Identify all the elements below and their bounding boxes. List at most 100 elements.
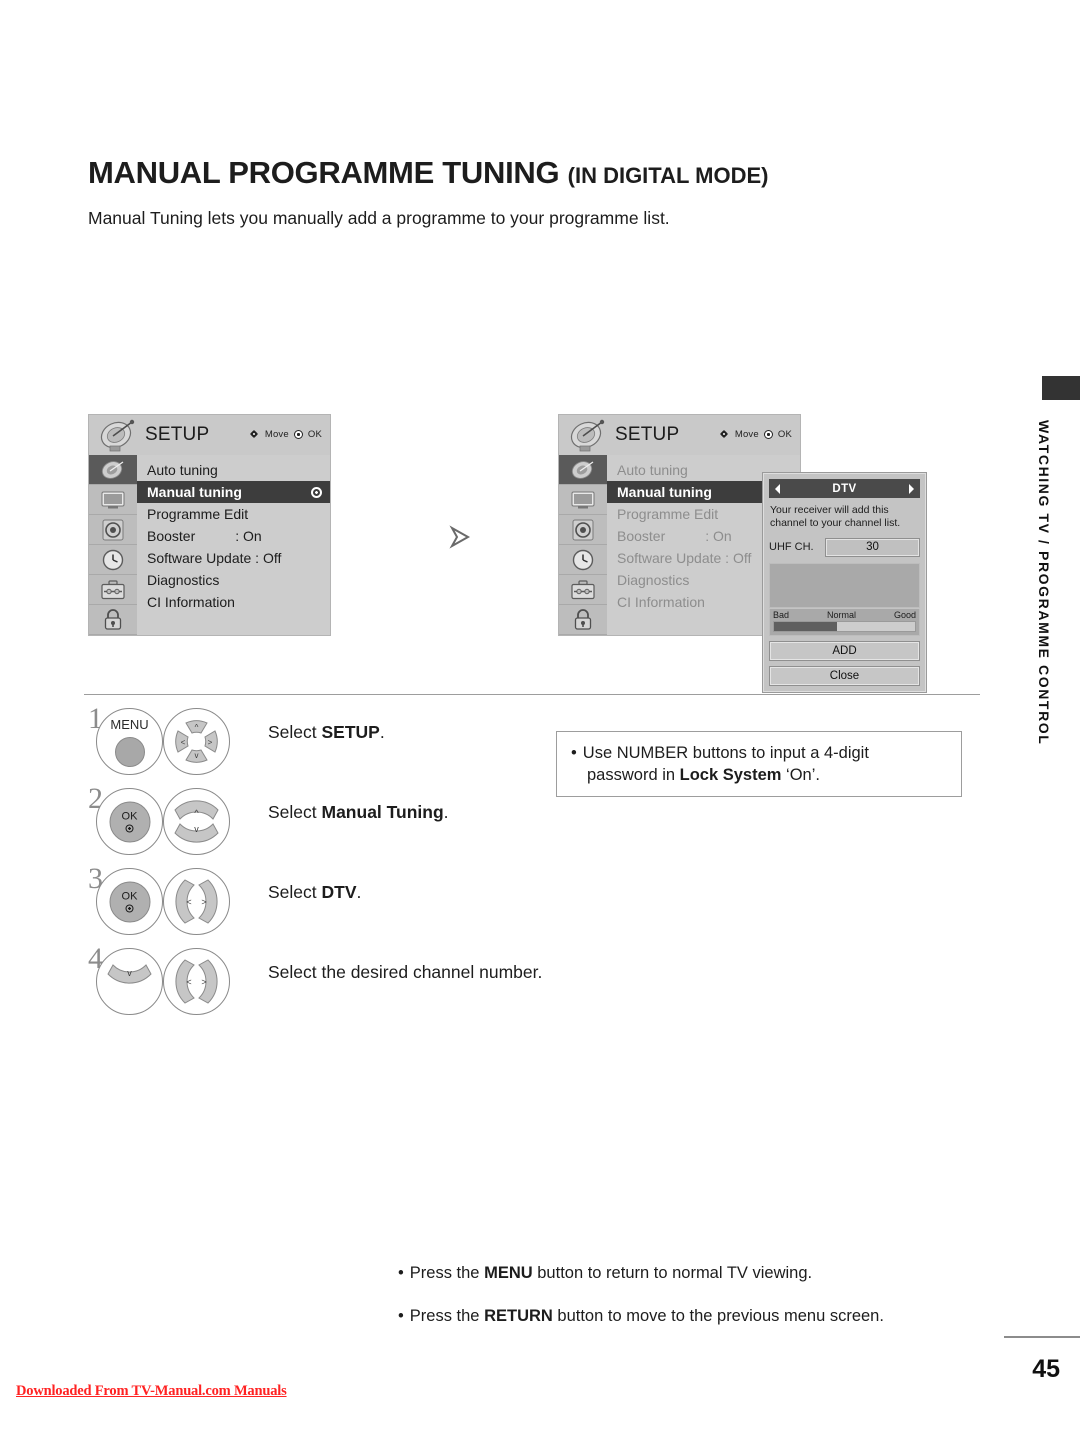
password-note-box: • Use NUMBER buttons to input a 4-digit p…	[556, 731, 962, 797]
osd-title: SETUP	[615, 424, 680, 445]
rail-item-time[interactable]	[559, 545, 607, 575]
menu-item-programme-edit[interactable]: Programme Edit	[137, 503, 330, 525]
add-button[interactable]: ADD	[769, 640, 920, 661]
left-right-pad[interactable]: < >	[163, 868, 230, 935]
svg-text:>: >	[208, 738, 213, 747]
osd-panel-setup: SETUP Move OK Auto tuning Manual tuning …	[88, 414, 331, 636]
bottom-note-2: • Press the RETURN button to move to the …	[398, 1307, 998, 1326]
step-text-suffix: .	[379, 722, 385, 742]
note-line-1: Use NUMBER buttons to input a 4-digit	[582, 744, 869, 762]
hint-ok-label: OK	[307, 428, 322, 440]
menu-item-label: Auto tuning	[617, 462, 688, 478]
step-text-bold: SETUP	[321, 722, 380, 742]
download-source-link[interactable]: Downloaded From TV-Manual.com Manuals	[16, 1383, 287, 1400]
menu-item-booster[interactable]: Booster : On	[137, 525, 330, 547]
step-1: 1 MENU ^ v < > Select SETUP.	[88, 700, 568, 780]
options-toolbox-icon	[571, 579, 595, 599]
ok-button[interactable]: OK	[96, 788, 163, 855]
rail-item-picture[interactable]	[89, 485, 137, 515]
osd-icon-rail	[559, 455, 607, 635]
menu-item-label: Programme Edit	[617, 506, 719, 522]
step-text-bold: Manual Tuning	[321, 802, 444, 822]
intro-text: Manual Tuning lets you manually add a pr…	[88, 208, 670, 228]
menu-item-value: : On	[235, 528, 262, 544]
note-prefix: Press the	[409, 1264, 485, 1282]
left-right-pad[interactable]: < >	[163, 948, 230, 1015]
osd-menu-list: Auto tuning Manual tuning Programme Edit…	[137, 455, 330, 635]
menu-item-label: Software Update : Off	[617, 550, 752, 566]
rail-item-audio[interactable]	[559, 515, 607, 545]
steps-list: 1 MENU ^ v < > Select SETUP. 2 OK ^ v Se…	[88, 700, 568, 1020]
picture-tv-icon	[571, 491, 595, 508]
menu-button[interactable]: MENU	[96, 708, 163, 775]
dtv-dialog-titlebar: DTV	[769, 479, 920, 498]
menu-item-label: Diagnostics	[617, 572, 690, 588]
lock-icon	[574, 608, 592, 630]
signal-strength-meter	[773, 620, 916, 632]
step-text-prefix: Select the desired channel number.	[268, 962, 543, 982]
ok-button-label: OK	[121, 890, 138, 902]
osd-hint: Move OK	[248, 428, 322, 440]
next-arrow-icon[interactable]	[908, 483, 914, 494]
rail-item-lock[interactable]	[559, 605, 607, 635]
step-text-prefix: Select	[268, 882, 322, 902]
options-toolbox-icon	[101, 579, 125, 599]
rail-item-time[interactable]	[89, 545, 137, 575]
rail-item-setup[interactable]	[559, 455, 607, 485]
meter-label-bad: Bad	[773, 609, 790, 620]
hint-move-label: Move	[734, 428, 759, 440]
step-instruction: Select DTV.	[268, 882, 361, 903]
rail-item-lock[interactable]	[89, 605, 137, 635]
page-title-sub: (IN DIGITAL MODE)	[567, 163, 769, 188]
ok-dot-icon	[763, 429, 773, 439]
up-down-pad[interactable]: ^ v	[163, 788, 230, 855]
step-text-prefix: Select	[268, 802, 322, 822]
rail-item-audio[interactable]	[89, 515, 137, 545]
close-button[interactable]: Close	[769, 665, 920, 686]
rail-item-option[interactable]	[89, 575, 137, 605]
bottom-note-1: • Press the MENU button to return to norm…	[398, 1264, 998, 1283]
down-button[interactable]: v	[96, 948, 163, 1015]
satellite-dish-icon	[101, 460, 124, 479]
menu-item-diagnostics[interactable]: Diagnostics	[137, 569, 330, 591]
menu-item-label: Programme Edit	[147, 506, 249, 522]
meter-label-normal: Normal	[826, 609, 856, 620]
menu-item-auto-tuning[interactable]: Auto tuning	[137, 459, 330, 481]
dtv-description: Your receiver will add this channel to y…	[770, 504, 901, 530]
side-tab-marker	[1042, 376, 1080, 400]
svg-text:<: <	[186, 977, 191, 987]
ok-button[interactable]: OK	[96, 868, 163, 935]
four-way-pad[interactable]: ^ v < >	[163, 708, 230, 775]
bottom-notes: • Press the MENU button to return to norm…	[398, 1264, 998, 1350]
rail-item-setup[interactable]	[89, 455, 137, 485]
rail-item-option[interactable]	[559, 575, 607, 605]
menu-item-ci-information[interactable]: CI Information	[137, 591, 330, 613]
menu-item-label: Auto tuning	[147, 462, 218, 478]
ok-knob-icon: OK	[109, 801, 150, 842]
note-suffix: button to move to the previous menu scre…	[552, 1307, 884, 1325]
flow-arrow-icon	[449, 525, 471, 549]
step-text-prefix: Select	[268, 722, 322, 742]
picture-tv-icon	[101, 491, 125, 508]
menu-item-label: CI Information	[147, 594, 235, 610]
svg-text:v: v	[194, 824, 199, 834]
side-tab-label: WATCHING TV / PROGRAMME CONTROL	[1036, 420, 1052, 746]
menu-item-software-update[interactable]: Software Update : Off	[137, 547, 330, 569]
ok-knob-icon: OK	[109, 881, 150, 922]
audio-speaker-icon	[102, 519, 124, 540]
menu-item-label: Diagnostics	[147, 572, 220, 588]
dtv-dialog-title: DTV	[832, 482, 857, 495]
osd-header: SETUP Move OK	[89, 415, 330, 455]
menu-item-label: Booster	[617, 528, 666, 544]
clock-icon	[572, 549, 594, 570]
svg-text:v: v	[127, 968, 132, 978]
note-prefix: Press the	[409, 1307, 485, 1325]
rail-item-picture[interactable]	[559, 485, 607, 515]
osd-icon-rail	[89, 455, 137, 635]
prev-arrow-icon[interactable]	[775, 483, 780, 494]
uhf-channel-input[interactable]: 30	[825, 537, 920, 557]
satellite-dish-icon	[571, 460, 594, 479]
menu-item-manual-tuning[interactable]: Manual tuning	[137, 481, 330, 503]
signal-strength-fill	[774, 621, 838, 631]
ok-dot-icon	[293, 429, 303, 439]
